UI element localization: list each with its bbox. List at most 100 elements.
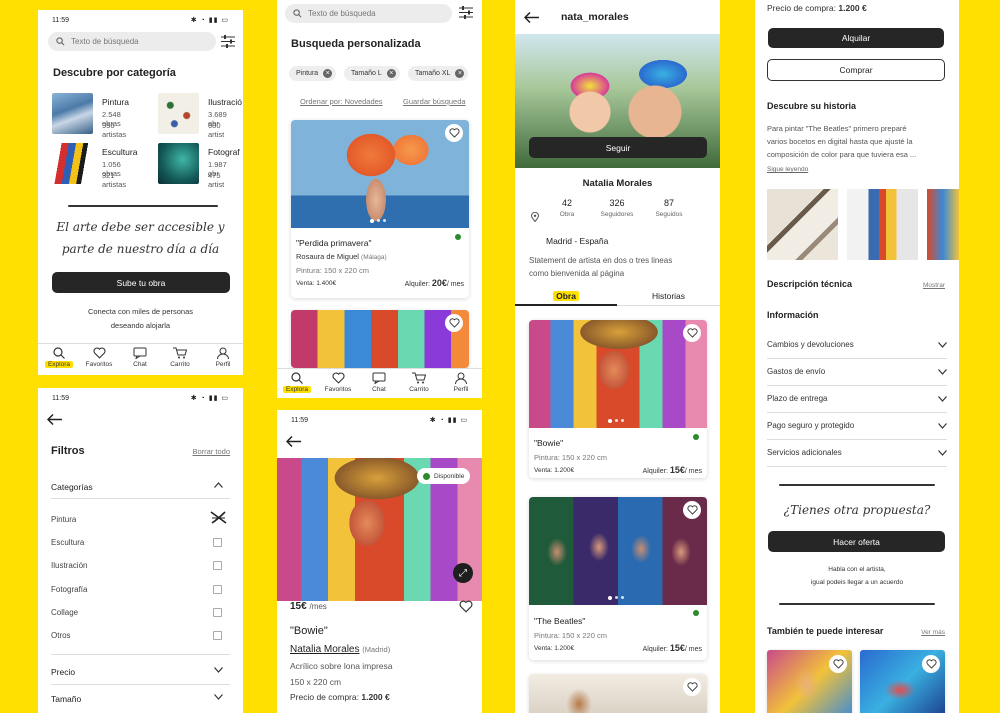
- checkbox[interactable]: [213, 631, 222, 640]
- artwork-card[interactable]: [529, 674, 707, 713]
- info-row[interactable]: Cambios y devoluciones: [767, 340, 947, 349]
- rent-label: Alquiler:: [642, 646, 668, 653]
- favorite-heart-icon[interactable]: [683, 501, 701, 519]
- related-card[interactable]: [860, 650, 945, 713]
- artist-link[interactable]: Rosaura de Miguel: [296, 252, 359, 261]
- checkbox[interactable]: [213, 585, 222, 594]
- show-link[interactable]: Mostrar: [923, 282, 945, 289]
- artist-location: (Málaga): [361, 254, 387, 261]
- artist-link[interactable]: Natalia Morales: [290, 644, 359, 655]
- info-row[interactable]: Plazo de entrega: [767, 394, 947, 403]
- see-more-link[interactable]: Ver más: [921, 629, 945, 636]
- filter-icon[interactable]: [221, 35, 235, 48]
- search-bar[interactable]: Texto de búsqueda: [48, 32, 216, 51]
- tab-label: Explora: [282, 386, 312, 393]
- favorite-heart-icon[interactable]: [445, 124, 463, 142]
- favorite-heart-icon[interactable]: [922, 655, 940, 673]
- section-size-header[interactable]: Tamaño: [51, 694, 223, 704]
- option-label[interactable]: Ilustración: [51, 561, 87, 570]
- option-label[interactable]: Escultura: [51, 538, 84, 547]
- tab-explora[interactable]: Explora: [39, 347, 79, 368]
- read-more-link[interactable]: Sigue leyendo: [767, 166, 808, 173]
- tab-carrito[interactable]: Carrito: [399, 372, 439, 393]
- heart-icon[interactable]: [459, 600, 473, 613]
- section-price-header[interactable]: Precio: [51, 667, 223, 677]
- upload-subtext-1: Conecta con miles de personas: [87, 307, 194, 316]
- divider-stroke: [779, 484, 935, 486]
- chip-label: Tamaño L: [351, 70, 382, 77]
- info-row[interactable]: Gastos de envío: [767, 367, 947, 376]
- checked-icon[interactable]: [210, 510, 227, 525]
- artist-location: Madrid - España: [546, 236, 609, 246]
- clear-all-link[interactable]: Borrar todo: [192, 447, 230, 456]
- tab-historias[interactable]: Historias: [617, 291, 720, 301]
- tab-perfil[interactable]: Perfil: [203, 347, 243, 368]
- stat-seguidores: 326 Seguidores: [597, 198, 637, 218]
- favorite-heart-icon[interactable]: [683, 324, 701, 342]
- artwork-card[interactable]: "The Beatles" Pintura: 150 x 220 cm Vent…: [529, 497, 707, 660]
- filter-chip[interactable]: Tamaño L ×: [344, 66, 400, 81]
- section-categories-header[interactable]: Categorías: [51, 482, 223, 492]
- rent-amount: 15€: [669, 643, 685, 653]
- tab-carrito[interactable]: Carrito: [160, 347, 200, 368]
- search-icon: [293, 9, 302, 18]
- close-icon[interactable]: ×: [323, 69, 333, 78]
- sort-link[interactable]: Ordenar por: Novedades: [300, 97, 383, 106]
- tab-obra[interactable]: Obra: [515, 291, 617, 301]
- tab-favoritos[interactable]: Favoritos: [79, 347, 119, 368]
- artwork-image: [529, 320, 707, 428]
- checkbox[interactable]: [213, 561, 222, 570]
- save-search-link[interactable]: Guardar búsqueda: [403, 97, 466, 106]
- make-offer-button[interactable]: Hacer oferta: [768, 531, 945, 552]
- tab-chat[interactable]: Chat: [120, 347, 160, 368]
- artwork-card[interactable]: [291, 310, 469, 368]
- back-arrow-icon[interactable]: [524, 12, 539, 23]
- tab-label: Chat: [372, 386, 386, 393]
- back-arrow-icon[interactable]: [47, 414, 62, 425]
- close-icon[interactable]: ×: [455, 69, 465, 78]
- artwork-card[interactable]: "Bowie" Pintura: 150 x 220 cm Venta: 1.2…: [529, 320, 707, 478]
- option-label[interactable]: Otros: [51, 631, 71, 640]
- follow-button[interactable]: Seguir: [529, 137, 707, 158]
- purchase-amount: 1.200 €: [838, 3, 867, 13]
- divider-stroke: [779, 603, 935, 605]
- favorite-heart-icon[interactable]: [683, 678, 701, 696]
- filter-chip[interactable]: Tamaño XL ×: [408, 66, 469, 81]
- option-label[interactable]: Pintura: [51, 515, 76, 524]
- search-placeholder: Texto de búsqueda: [71, 37, 139, 46]
- artwork-title: "Bowie": [534, 438, 564, 448]
- rent-unit: / mes: [684, 468, 702, 475]
- proposal-title: ¿Tienes otra propuesta?: [783, 503, 931, 517]
- close-icon[interactable]: ×: [386, 69, 396, 78]
- tech-description-header[interactable]: Descripción técnica Mostrar: [767, 279, 945, 289]
- rent-button[interactable]: Alquilar: [768, 28, 944, 48]
- artwork-card[interactable]: "Perdida primavera" Rosaura de Miguel (M…: [291, 120, 469, 298]
- tab-perfil[interactable]: Perfil: [441, 372, 481, 393]
- tab-favoritos[interactable]: Favoritos: [318, 372, 358, 393]
- expand-icon[interactable]: ⤢: [453, 563, 473, 583]
- purchase-label: Precio de compra:: [767, 3, 836, 13]
- back-arrow-icon[interactable]: [286, 436, 301, 447]
- cart-icon: [173, 347, 187, 359]
- info-row[interactable]: Pago seguro y protegido: [767, 421, 947, 430]
- story-image: [927, 189, 959, 260]
- info-title: Información: [767, 310, 819, 320]
- option-label[interactable]: Collage: [51, 608, 78, 617]
- option-label[interactable]: Fotografía: [51, 585, 87, 594]
- tab-chat[interactable]: Chat: [359, 372, 399, 393]
- info-row[interactable]: Servicios adicionales: [767, 448, 947, 457]
- buy-button[interactable]: Comprar: [767, 59, 945, 81]
- upload-work-button[interactable]: Sube tu obra: [52, 272, 230, 293]
- carousel-dots: [608, 595, 624, 600]
- checkbox[interactable]: [213, 608, 222, 617]
- related-card[interactable]: [767, 650, 852, 713]
- tab-bar: Explora Favoritos Chat Carrito Perfil: [277, 368, 482, 398]
- checkbox[interactable]: [213, 538, 222, 547]
- tab-explora[interactable]: Explora: [277, 372, 317, 393]
- favorite-heart-icon[interactable]: [829, 655, 847, 673]
- favorite-heart-icon[interactable]: [445, 314, 463, 332]
- heart-icon: [332, 372, 344, 384]
- filter-chip[interactable]: Pintura ×: [289, 66, 337, 81]
- filter-icon[interactable]: [459, 6, 473, 19]
- search-bar[interactable]: Texto de búsqueda: [285, 4, 452, 23]
